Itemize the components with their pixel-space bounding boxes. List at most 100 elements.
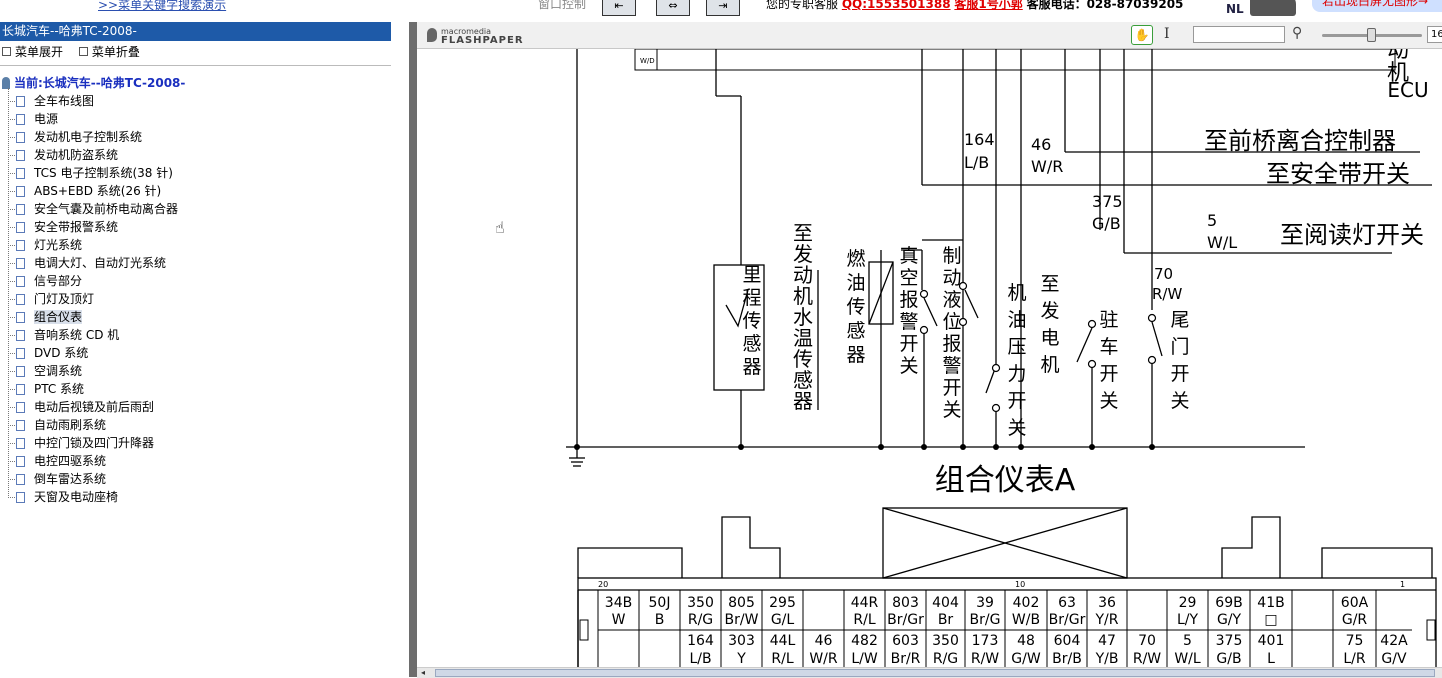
- sidebar-item-label: 天窗及电动座椅: [34, 490, 119, 504]
- document-icon: [16, 114, 25, 125]
- sidebar-item[interactable]: 空调系统: [0, 362, 391, 380]
- text-select-tool-icon[interactable]: I: [1164, 26, 1170, 42]
- collapse-menu-button[interactable]: 菜单折叠: [78, 45, 140, 59]
- prev-page-button[interactable]: ⇤: [602, 0, 636, 16]
- pin-wire-color: Br/B: [1052, 651, 1082, 667]
- menu-tree: 当前:长城汽车--哈弗TC-2008- 全车布线图电源发动机电子控制系统 发动机防…: [0, 74, 391, 506]
- sidebar-item[interactable]: 发动机电子控制系统: [0, 128, 391, 146]
- pin-wire-number: 50J: [649, 595, 671, 611]
- expand-menu-button[interactable]: 菜单展开: [2, 45, 63, 59]
- panel-gutter: [391, 22, 409, 677]
- horizontal-scrollbar[interactable]: ◂: [417, 667, 1442, 678]
- sidebar-item[interactable]: 电控四驱系统: [0, 452, 391, 470]
- arrow-left-icon: ⇤: [614, 0, 624, 12]
- sidebar-item[interactable]: 门灯及顶灯: [0, 290, 391, 308]
- expand-icon: [2, 47, 11, 56]
- sidebar-item[interactable]: PTC 系统: [0, 380, 391, 398]
- sidebar-item[interactable]: 天窗及电动座椅: [0, 488, 391, 506]
- document-icon: [16, 312, 25, 323]
- menu-search-demo-link[interactable]: >>菜单关键字搜索演示: [98, 0, 226, 13]
- pin-wire-color: Br/Gr: [887, 612, 924, 628]
- sidebar-item[interactable]: 倒车雷达系统: [0, 470, 391, 488]
- sidebar-item[interactable]: DVD 系统: [0, 344, 391, 362]
- document-icon: [16, 132, 25, 143]
- document-icon: [16, 240, 25, 251]
- scroll-left-icon[interactable]: ◂: [421, 668, 425, 677]
- hand-tool-button[interactable]: ✋: [1131, 25, 1153, 45]
- sidebar-item[interactable]: 自动雨刷系统: [0, 416, 391, 434]
- top-banner: >>菜单关键字搜索演示 窗口控制 ⇤ ⇔ ⇥ 您的专职客服 QQ:1553501…: [0, 0, 1442, 18]
- tree-root-label: 当前:长城汽车--哈弗TC-2008-: [14, 76, 186, 90]
- pin-wire-number: 401: [1258, 633, 1285, 649]
- panel-splitter[interactable]: [409, 22, 417, 677]
- odometer-sensor-label: 里程传感器: [742, 264, 761, 378]
- pin-wire-number: 803: [892, 595, 919, 611]
- pin-wire-number: 173: [972, 633, 999, 649]
- zoom-slider-handle[interactable]: [1367, 28, 1376, 42]
- pin-wire-number: 805: [728, 595, 755, 611]
- svg-text:力: 力: [1007, 363, 1026, 385]
- pin-wire-color: R/L: [771, 651, 793, 667]
- sidebar-title: 长城汽车--哈弗TC-2008-: [0, 22, 391, 41]
- document-icon: [16, 294, 25, 305]
- document-icon: [16, 168, 25, 179]
- sidebar-item[interactable]: TCS 电子控制系统(38 针): [0, 164, 391, 182]
- hand-icon: ✋: [1134, 28, 1150, 42]
- sidebar-item[interactable]: ABS+EBD 系统(26 针): [0, 182, 391, 200]
- search-icon[interactable]: ⚲: [1292, 25, 1302, 41]
- sidebar-item-label: 电源: [34, 112, 59, 126]
- sidebar-item[interactable]: 电动后视镜及前后雨刮: [0, 398, 391, 416]
- pin-wire-color: G/R: [1342, 612, 1368, 628]
- zoom-input[interactable]: 1639: [1427, 26, 1442, 43]
- svg-text:机: 机: [1007, 282, 1026, 304]
- sidebar-item[interactable]: 全车布线图: [0, 92, 391, 110]
- sidebar-item-label: 空调系统: [34, 364, 83, 378]
- pin-number: 10: [1015, 580, 1025, 589]
- wire-number: 164: [964, 130, 995, 149]
- document-icon: [16, 222, 25, 233]
- pin-wire-color: L/B: [689, 651, 711, 667]
- service-phone: 客服电话：028-87039205: [1026, 0, 1184, 11]
- document-icon: [16, 384, 25, 395]
- sidebar-item-label: 音响系统 CD 机: [34, 328, 120, 342]
- sidebar-item[interactable]: 电调大灯、自动灯光系统: [0, 254, 391, 272]
- service-agent-link[interactable]: 客服1号小郭: [954, 0, 1022, 11]
- sidebar-item[interactable]: 电源: [0, 110, 391, 128]
- sidebar-item[interactable]: 音响系统 CD 机: [0, 326, 391, 344]
- fit-page-button[interactable]: ⇔: [656, 0, 690, 16]
- svg-text:感: 感: [846, 320, 865, 342]
- wire-color: R/W: [1152, 285, 1182, 303]
- sidebar-item[interactable]: 安全带报警系统: [0, 218, 391, 236]
- sidebar-item[interactable]: 中控门锁及四门升降器: [0, 434, 391, 452]
- sidebar-item[interactable]: 灯光系统: [0, 236, 391, 254]
- svg-text:开: 开: [1099, 363, 1118, 385]
- tree-root[interactable]: 当前:长城汽车--哈弗TC-2008-: [0, 74, 391, 92]
- qq-link[interactable]: QQ:1553501388: [842, 0, 951, 11]
- svg-text:器: 器: [742, 356, 761, 378]
- collapse-label: 菜单折叠: [91, 45, 140, 59]
- pin-wire-number: 482: [851, 633, 878, 649]
- flashpaper-logo: macromedia FLASHPAPER: [427, 27, 524, 46]
- brake-fluid-switch-label: 制动液位报警开关: [942, 245, 961, 421]
- sidebar-item[interactable]: 安全气囊及前桥电动离合器: [0, 200, 391, 218]
- pin-wire-color: W/B: [1012, 612, 1040, 628]
- sidebar-item[interactable]: 发动机防盗系统: [0, 146, 391, 164]
- svg-text:器: 器: [793, 389, 813, 413]
- pin-wire-color: □: [1264, 612, 1277, 628]
- sidebar-item[interactable]: 组合仪表: [0, 308, 391, 326]
- svg-text:动: 动: [942, 267, 961, 289]
- pin-wire-color: G/W: [1011, 651, 1041, 667]
- search-input[interactable]: [1193, 26, 1285, 43]
- pin-wire-number: 63: [1058, 595, 1076, 611]
- scrollbar-thumb[interactable]: [435, 669, 1435, 677]
- svg-text:开: 开: [1170, 363, 1189, 385]
- next-page-button[interactable]: ⇥: [706, 0, 740, 16]
- svg-text:开: 开: [1007, 390, 1026, 412]
- promo-link[interactable]: 若出现白屏无图形→: [1312, 0, 1442, 12]
- sidebar-item[interactable]: 信号部分: [0, 272, 391, 290]
- svg-text:发: 发: [1040, 300, 1059, 322]
- pin-wire-color: R/G: [688, 612, 713, 628]
- pin-wire-color: G/V: [1381, 651, 1407, 667]
- pin-wire-number: 47: [1098, 633, 1116, 649]
- pin-wire-number: 39: [976, 595, 994, 611]
